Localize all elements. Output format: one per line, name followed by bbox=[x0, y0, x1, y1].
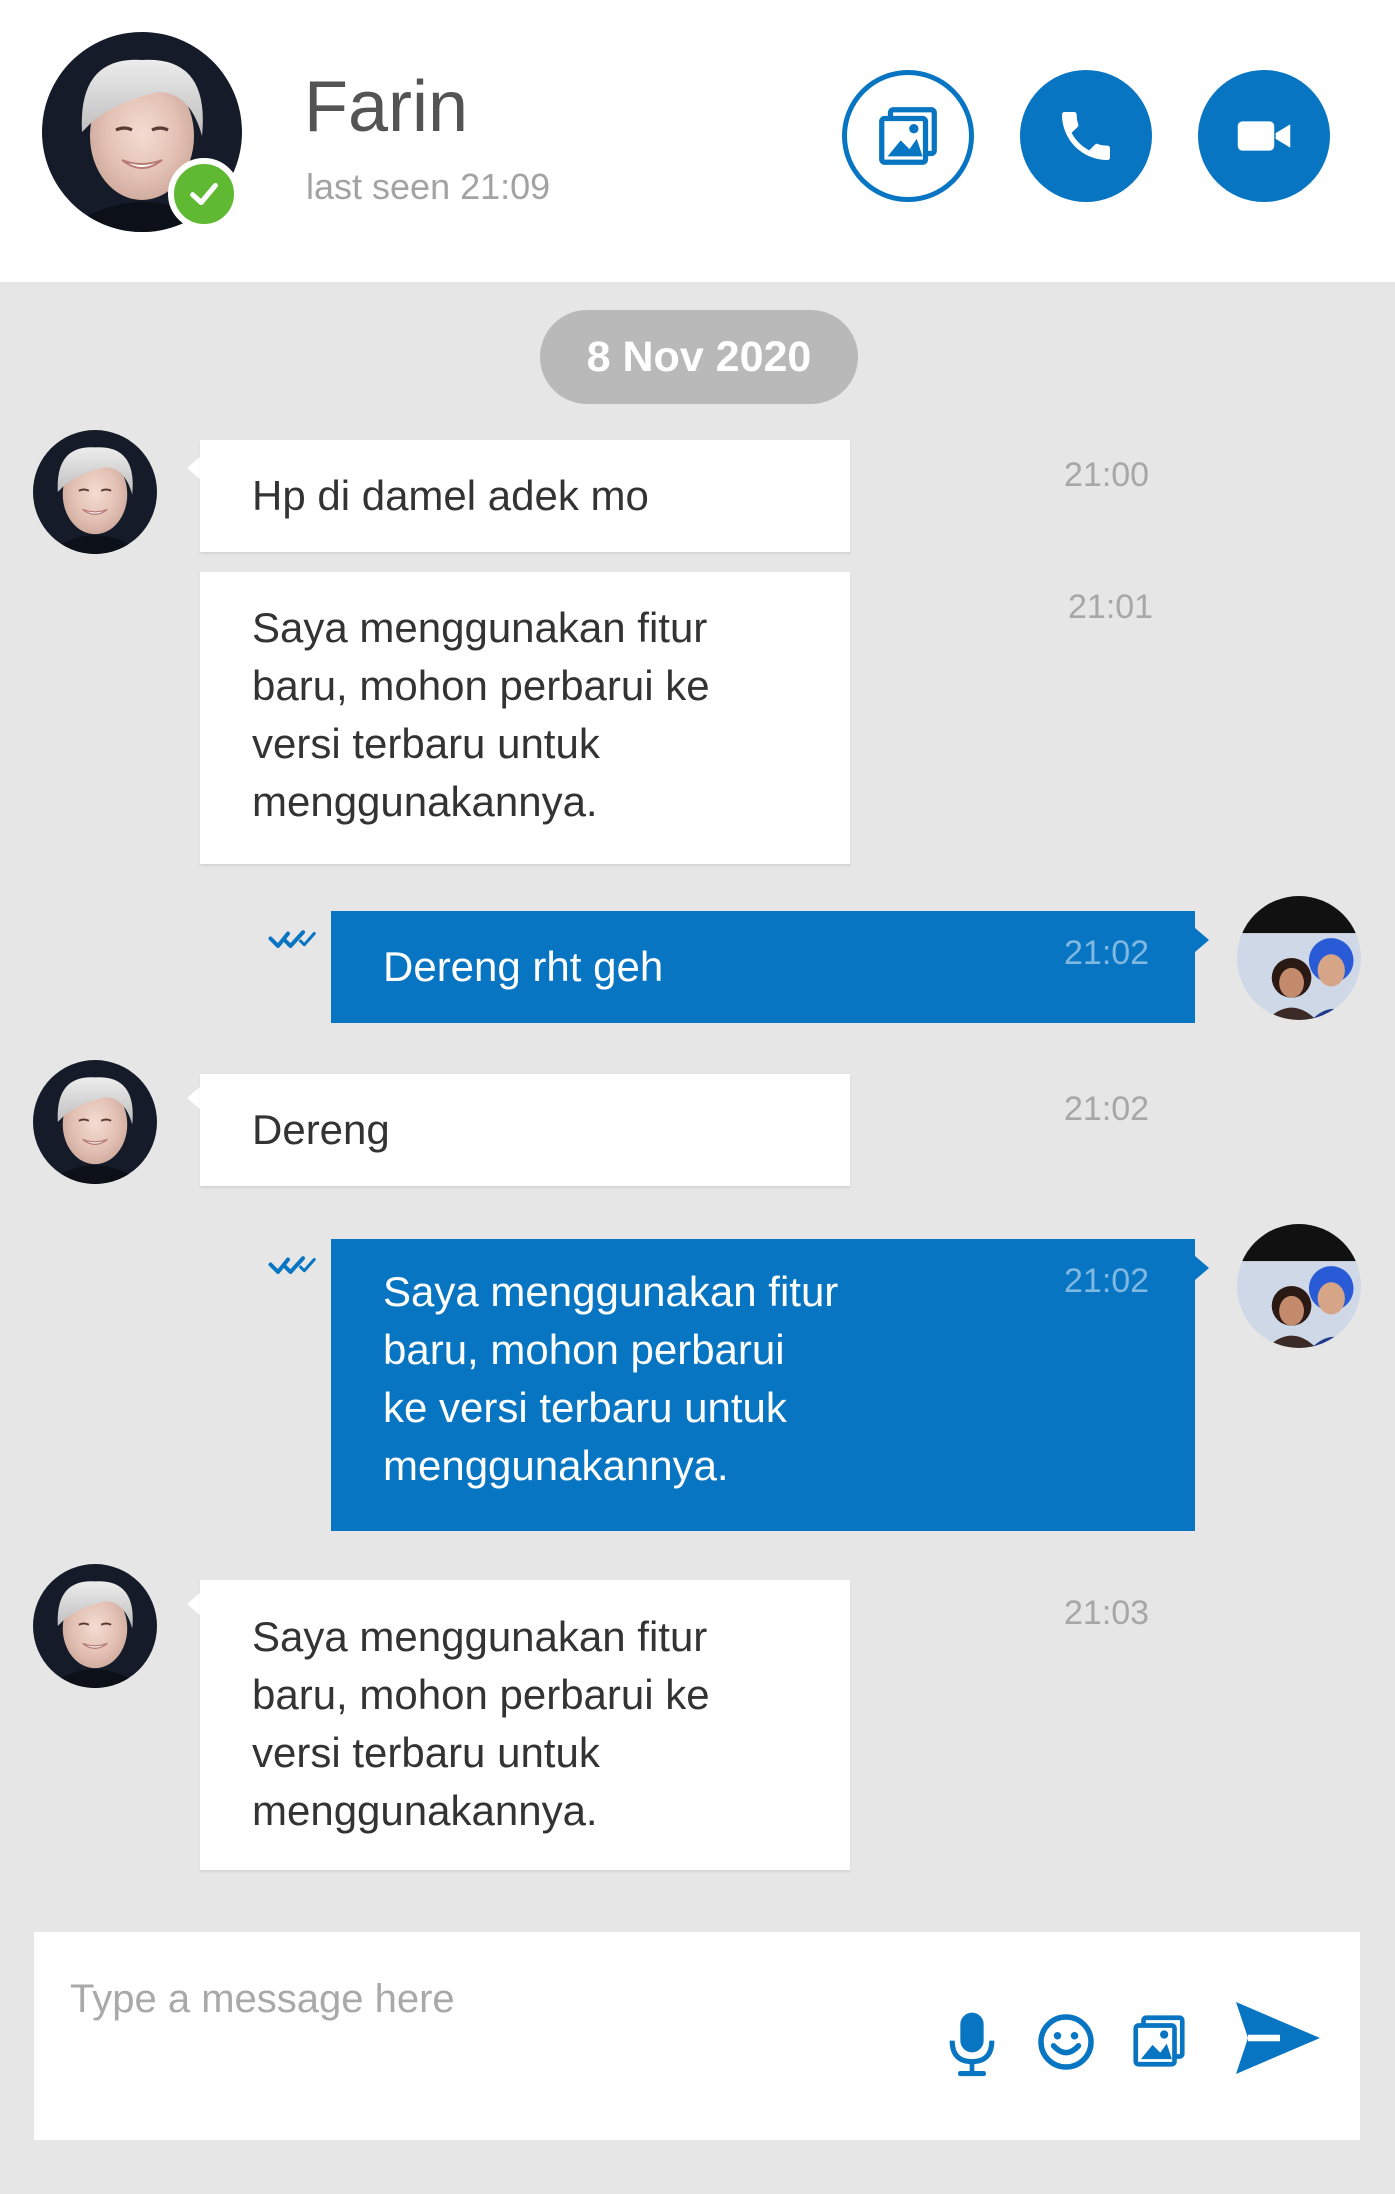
image-icon bbox=[873, 101, 943, 171]
send-icon[interactable] bbox=[1228, 1988, 1324, 2093]
contact-message-avatar bbox=[33, 1564, 157, 1688]
message-list[interactable]: 8 Nov 2020 Hp di damel adek mo 21:00 Say… bbox=[0, 282, 1395, 2194]
message-text: Dereng bbox=[252, 1106, 390, 1153]
bubble-tail bbox=[1195, 928, 1209, 952]
incoming-message-bubble[interactable]: Saya menggunakan fitur baru, mohon perba… bbox=[200, 1580, 850, 1870]
contact-message-avatar bbox=[33, 1060, 157, 1184]
bubble-tail bbox=[187, 1592, 201, 1616]
bubble-tail bbox=[187, 1086, 201, 1110]
message-time: 21:00 bbox=[1064, 456, 1150, 494]
image-icon[interactable] bbox=[1128, 2010, 1190, 2077]
emoji-icon[interactable] bbox=[1036, 2012, 1096, 2077]
message-composer bbox=[34, 1932, 1360, 2140]
bubble-tail bbox=[1195, 1256, 1209, 1280]
chat-header: Farin last seen 21:09 bbox=[0, 0, 1395, 282]
message-input[interactable] bbox=[68, 1968, 932, 2030]
online-status-check-icon bbox=[168, 158, 240, 230]
message-time: 21:02 bbox=[1064, 1090, 1150, 1128]
message-time: 21:01 bbox=[1068, 588, 1154, 626]
self-message-avatar bbox=[1237, 1224, 1361, 1348]
message-text: Saya menggunakan fitur baru, mohon perba… bbox=[383, 1268, 839, 1489]
message-text: Saya menggunakan fitur baru, mohon perba… bbox=[252, 604, 710, 825]
message-time: 21:02 bbox=[1064, 1262, 1150, 1300]
self-message-avatar bbox=[1237, 896, 1361, 1020]
date-separator: 8 Nov 2020 bbox=[540, 310, 858, 404]
video-camera-icon bbox=[1229, 101, 1299, 171]
voice-call-button[interactable] bbox=[1020, 70, 1152, 202]
message-text: Saya menggunakan fitur baru, mohon perba… bbox=[252, 1613, 710, 1834]
last-seen-status: last seen 21:09 bbox=[306, 166, 551, 207]
microphone-icon[interactable] bbox=[944, 2008, 1000, 2083]
incoming-message-bubble[interactable]: Saya menggunakan fitur baru, mohon perba… bbox=[200, 572, 850, 864]
contact-message-avatar bbox=[33, 430, 157, 554]
bubble-tail bbox=[187, 456, 201, 480]
incoming-message-bubble[interactable]: Dereng bbox=[200, 1074, 850, 1186]
message-time: 21:03 bbox=[1064, 1594, 1150, 1632]
phone-icon bbox=[1054, 104, 1118, 168]
message-text: Hp di damel adek mo bbox=[252, 472, 649, 519]
message-text: Dereng rht geh bbox=[383, 943, 664, 990]
video-call-button[interactable] bbox=[1198, 70, 1330, 202]
send-image-button[interactable] bbox=[842, 70, 974, 202]
message-time: 21:02 bbox=[1064, 934, 1150, 972]
read-receipt-icon bbox=[268, 1252, 318, 1282]
read-receipt-icon bbox=[268, 926, 318, 956]
contact-name: Farin bbox=[304, 67, 469, 147]
incoming-message-bubble[interactable]: Hp di damel adek mo bbox=[200, 440, 850, 552]
